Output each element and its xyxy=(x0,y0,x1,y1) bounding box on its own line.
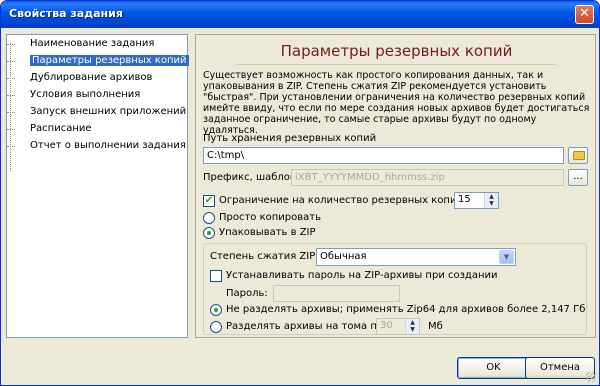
tree-item-label: Дублирование архивов xyxy=(30,72,153,83)
folder-icon xyxy=(573,151,585,160)
tree-item-report[interactable]: Отчет о выполнении задания xyxy=(7,139,189,153)
ok-button[interactable]: OK xyxy=(457,357,530,379)
tree-branch xyxy=(7,112,15,113)
settings-tree: Наименование задания Параметры резервных… xyxy=(6,34,189,338)
compression-select[interactable]: Обычная ▼ xyxy=(316,248,516,266)
tree-item-run-conditions[interactable]: Условия выполнения xyxy=(7,88,143,102)
split-size-spinner[interactable]: 30 ▲ ▼ xyxy=(376,318,420,335)
radio-split[interactable] xyxy=(210,321,222,333)
radio-split-label: Разделять архивы на тома по xyxy=(226,321,384,332)
limit-value: 15 xyxy=(458,194,471,205)
properties-dialog: Свойства задания ✕ Наименование задания … xyxy=(0,0,600,386)
spinner-arrows-icon[interactable]: ▲ ▼ xyxy=(405,319,419,334)
password-checkbox-label: Устанавливать пароль на ZIP-архивы при с… xyxy=(226,270,498,281)
chevron-down-icon[interactable]: ▼ xyxy=(499,250,514,264)
tree-item-label: Параметры резервных копий xyxy=(30,55,189,66)
backup-params-panel: Параметры резервных копий Существует воз… xyxy=(195,34,596,338)
tree-item-label: Условия выполнения xyxy=(30,89,141,100)
prefix-input[interactable]: iXBT_YYYYMMDD_hhmmss.zip xyxy=(291,169,564,186)
radio-no-split[interactable] xyxy=(210,304,222,316)
tree-item-external-apps[interactable]: Запуск внешних приложений xyxy=(7,105,189,119)
password-checkbox[interactable] xyxy=(210,270,222,282)
description-text: Существует возможность как простого копи… xyxy=(203,70,590,136)
limit-checkbox-label: Ограничение на количество резервных копи… xyxy=(219,195,463,206)
storage-path-input[interactable]: C:\tmp\ xyxy=(203,147,564,164)
tree-branch xyxy=(7,61,15,62)
prefix-label: Префикс, шаблон xyxy=(203,172,297,183)
limit-checkbox[interactable]: ✔ xyxy=(203,195,215,207)
tree-item-task-name[interactable]: Наименование задания xyxy=(7,37,157,51)
storage-path-label: Путь хранения резервных копий xyxy=(203,133,377,144)
tree-item-label: Отчет о выполнении задания xyxy=(30,140,186,151)
split-unit-label: Мб xyxy=(428,321,443,332)
password-label: Пароль: xyxy=(226,288,268,299)
prefix-template-button[interactable]: ... xyxy=(568,169,588,186)
close-button[interactable]: ✕ xyxy=(575,5,594,24)
panel-title: Параметры резервных копий xyxy=(280,42,513,60)
tree-branch xyxy=(7,95,15,96)
tree-branch xyxy=(7,129,15,130)
title-bar: Свойства задания ✕ xyxy=(1,1,599,28)
limit-spinner[interactable]: 15 ▲ ▼ xyxy=(454,192,499,209)
resize-grip-icon[interactable] xyxy=(586,372,596,382)
radio-no-split-label: Не разделять архивы; применять Zip64 для… xyxy=(226,304,586,315)
radio-zip[interactable] xyxy=(203,227,215,239)
window-title: Свойства задания xyxy=(9,7,123,20)
tree-branch xyxy=(7,146,15,147)
title-divider xyxy=(236,64,556,65)
tree-item-label: Расписание xyxy=(30,123,92,134)
tree-item-label: Наименование задания xyxy=(30,38,155,49)
tree-branch xyxy=(7,78,15,79)
compression-value: Обычная xyxy=(320,251,367,262)
radio-copy-label: Просто копировать xyxy=(219,212,322,223)
password-input[interactable] xyxy=(273,285,400,302)
tree-branch xyxy=(7,44,15,45)
split-size-value: 30 xyxy=(380,320,393,331)
zip-options-group: Степень сжатия ZIP Обычная ▼ Устанавлива… xyxy=(203,243,587,335)
radio-zip-label: Упаковывать в ZIP xyxy=(219,227,316,238)
tree-item-schedule[interactable]: Расписание xyxy=(7,122,95,136)
tree-item-label: Запуск внешних приложений xyxy=(30,106,187,117)
spinner-arrows-icon[interactable]: ▲ ▼ xyxy=(484,193,498,208)
tree-item-duplicate-archives[interactable]: Дублирование архивов xyxy=(7,71,155,85)
radio-copy[interactable] xyxy=(203,212,215,224)
tree-item-backup-params[interactable]: Параметры резервных копий xyxy=(7,54,192,68)
browse-folder-button[interactable] xyxy=(568,147,588,164)
cancel-button[interactable]: Отмена xyxy=(525,357,595,379)
compression-label: Степень сжатия ZIP xyxy=(210,251,316,262)
